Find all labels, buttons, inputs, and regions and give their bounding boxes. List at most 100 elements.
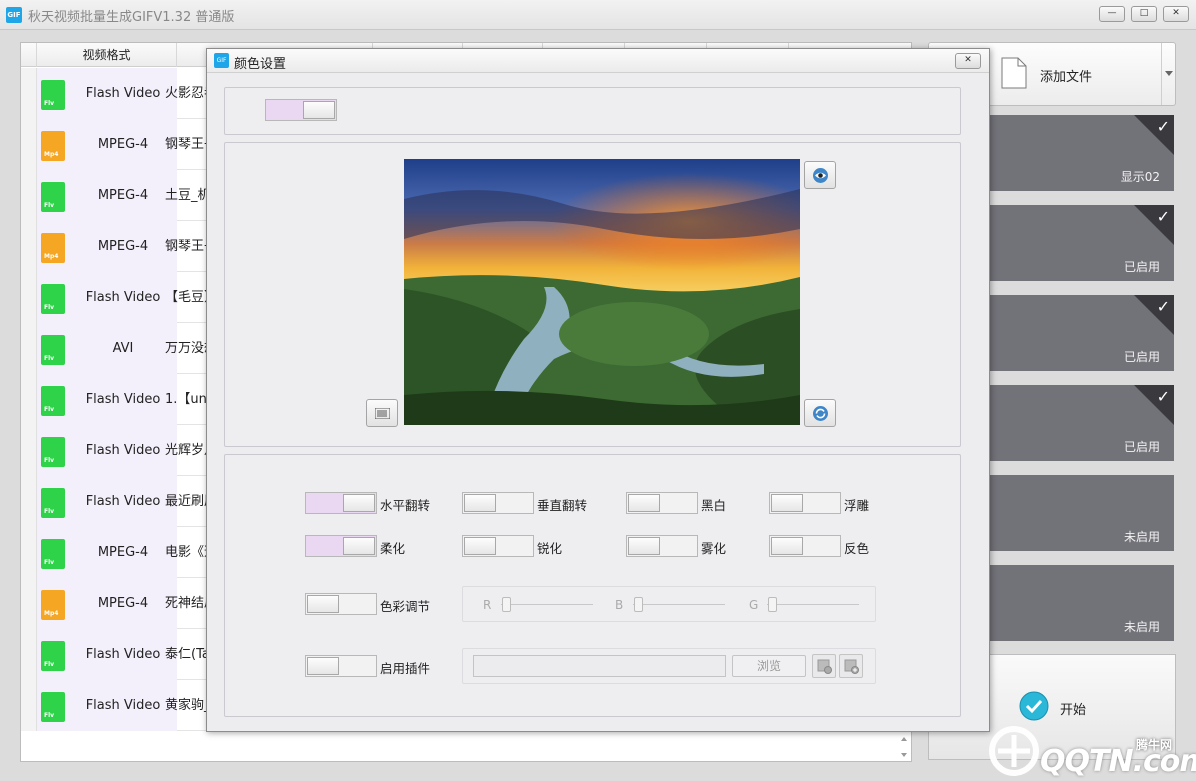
row-gutter bbox=[21, 476, 37, 527]
preview-image bbox=[404, 159, 800, 425]
scrollbar[interactable] bbox=[898, 733, 910, 761]
effect-toggle[interactable] bbox=[769, 535, 841, 557]
app-icon: GIF bbox=[6, 7, 22, 23]
tile-label: 未启用 bbox=[1123, 530, 1160, 544]
color-settings-dialog: GIF 颜色设置 ✕ 水平翻转 垂直翻转 黑白 浮雕 柔化 锐化 雾化 反色 色… bbox=[206, 48, 990, 732]
minimize-button[interactable]: — bbox=[1099, 6, 1125, 22]
row-gutter bbox=[21, 680, 37, 731]
dialog-titlebar: GIF 颜色设置 ✕ bbox=[207, 49, 989, 73]
brand-logo-icon bbox=[989, 726, 1039, 776]
barcode-icon bbox=[375, 408, 390, 419]
refresh-button[interactable] bbox=[804, 399, 836, 427]
color-adjust-toggle[interactable] bbox=[305, 593, 377, 615]
eye-globe-icon bbox=[813, 168, 828, 183]
chevron-down-icon[interactable] bbox=[1165, 71, 1173, 77]
close-button[interactable]: ✕ bbox=[1163, 6, 1189, 22]
video-file-icon: Flv bbox=[41, 335, 65, 365]
effect-label: 垂直翻转 bbox=[537, 498, 588, 513]
row-format: Flash Video bbox=[85, 647, 161, 662]
row-gutter bbox=[21, 170, 37, 221]
master-toggle-panel bbox=[224, 87, 961, 135]
effect-toggle[interactable] bbox=[305, 492, 377, 514]
plugin-settings-button[interactable] bbox=[812, 654, 836, 678]
video-file-icon: Flv bbox=[41, 80, 65, 110]
row-gutter bbox=[21, 272, 37, 323]
table-header-gutter bbox=[21, 43, 37, 67]
check-icon: ✓ bbox=[1156, 117, 1170, 136]
row-gutter bbox=[21, 527, 37, 578]
row-format: MPEG-4 bbox=[97, 545, 149, 560]
effect-toggle[interactable] bbox=[462, 492, 534, 514]
row-filename: 黄家驹_ bbox=[165, 698, 211, 713]
effect-toggle[interactable] bbox=[626, 535, 698, 557]
watermark-domain: QQTN.com bbox=[1040, 744, 1196, 779]
row-gutter bbox=[21, 578, 37, 629]
plugin-group: 浏览 bbox=[462, 648, 876, 684]
row-gutter bbox=[21, 425, 37, 476]
plugin-path-input[interactable] bbox=[473, 655, 726, 677]
effect-toggle[interactable] bbox=[305, 535, 377, 557]
tile-label: 已启用 bbox=[1123, 440, 1160, 454]
video-file-icon: Flv bbox=[41, 539, 65, 569]
preview-settings-button[interactable] bbox=[804, 161, 836, 189]
video-file-icon: Flv bbox=[41, 182, 65, 212]
row-format: Flash Video bbox=[85, 698, 161, 713]
rgb-slider-group: RBG bbox=[462, 586, 876, 622]
row-format: AVI bbox=[112, 341, 134, 356]
slider-track[interactable] bbox=[767, 604, 859, 605]
check-icon: ✓ bbox=[1156, 387, 1170, 406]
slider-label: B bbox=[615, 598, 624, 612]
plugin-settings-icon bbox=[817, 659, 832, 674]
effect-label: 雾化 bbox=[701, 541, 727, 556]
dialog-app-icon: GIF bbox=[214, 53, 229, 68]
preview-panel bbox=[224, 142, 961, 447]
effect-toggle[interactable] bbox=[462, 535, 534, 557]
barcode-button[interactable] bbox=[366, 399, 398, 427]
plugin-toggle[interactable] bbox=[305, 655, 377, 677]
video-file-icon: Flv bbox=[41, 641, 65, 671]
tile-label: 显示02 bbox=[1120, 170, 1160, 184]
divider bbox=[1161, 43, 1162, 105]
window-title: 秋天视频批量生成GIFV1.32 普通版 bbox=[28, 10, 235, 25]
video-file-icon: Flv bbox=[41, 437, 65, 467]
row-gutter bbox=[21, 68, 37, 119]
video-file-icon: Flv bbox=[41, 692, 65, 722]
video-file-icon: Flv bbox=[41, 386, 65, 416]
color-adjust-label: 色彩调节 bbox=[380, 599, 431, 614]
check-icon: ✓ bbox=[1156, 297, 1170, 316]
dialog-close-button[interactable]: ✕ bbox=[955, 53, 981, 69]
tile-label: 已启用 bbox=[1123, 350, 1160, 364]
column-header-format[interactable]: 视频格式 bbox=[37, 43, 177, 67]
video-file-icon: Flv bbox=[41, 488, 65, 518]
effects-panel: 水平翻转 垂直翻转 黑白 浮雕 柔化 锐化 雾化 反色 色彩调节 R B G 启用插件 浏览 bbox=[224, 454, 961, 717]
slider-label: G bbox=[749, 598, 759, 612]
effect-label: 水平翻转 bbox=[380, 498, 431, 513]
slider-thumb[interactable] bbox=[502, 597, 511, 612]
row-format: MPEG-4 bbox=[97, 239, 149, 254]
refresh-icon bbox=[813, 406, 828, 421]
slider-thumb[interactable] bbox=[634, 597, 643, 612]
row-format: MPEG-4 bbox=[97, 596, 149, 611]
row-format: Flash Video bbox=[85, 443, 161, 458]
effect-label: 反色 bbox=[844, 541, 870, 556]
effect-toggle[interactable] bbox=[769, 492, 841, 514]
plugin-add-button[interactable] bbox=[839, 654, 863, 678]
plugin-add-icon bbox=[844, 659, 859, 674]
effect-label: 锐化 bbox=[537, 541, 563, 556]
row-format: Flash Video bbox=[85, 494, 161, 509]
effect-toggle[interactable] bbox=[626, 492, 698, 514]
row-gutter bbox=[21, 323, 37, 374]
start-label: 开始 bbox=[1060, 703, 1087, 718]
slider-label: R bbox=[483, 598, 492, 612]
browse-button[interactable]: 浏览 bbox=[732, 655, 806, 677]
row-format: Flash Video bbox=[85, 392, 161, 407]
row-format: Flash Video bbox=[85, 86, 161, 101]
slider-track[interactable] bbox=[633, 604, 725, 605]
maximize-button[interactable]: □ bbox=[1131, 6, 1157, 22]
row-gutter bbox=[21, 374, 37, 425]
slider-track[interactable] bbox=[501, 604, 593, 605]
slider-thumb[interactable] bbox=[768, 597, 777, 612]
row-format: Flash Video bbox=[85, 290, 161, 305]
master-toggle[interactable] bbox=[265, 99, 337, 121]
row-gutter bbox=[21, 221, 37, 272]
